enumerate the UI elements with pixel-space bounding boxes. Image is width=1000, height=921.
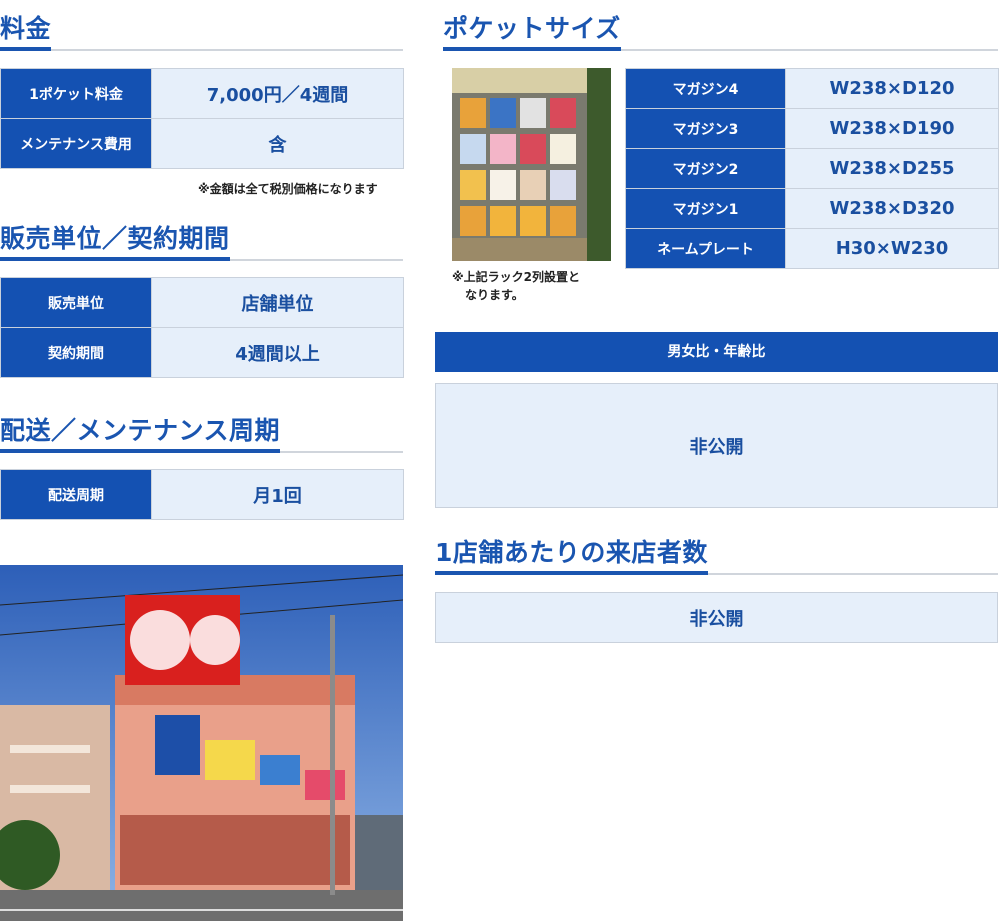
pocket-row-value: W238×D190 <box>785 108 999 149</box>
delivery-table: 配送周期 月1回 <box>0 469 404 520</box>
pocket-row-label: マガジン4 <box>625 68 786 109</box>
visitors-value: 非公開 <box>435 592 998 643</box>
table-row: 1ポケット料金 7,000円／4週間 <box>0 68 404 119</box>
pocket-row-value: W238×D320 <box>785 188 999 229</box>
pocket-row-label: マガジン3 <box>625 108 786 149</box>
delivery-heading: 配送／メンテナンス周期 <box>0 418 403 453</box>
visitors-heading: 1店舗あたりの来店者数 <box>435 540 998 575</box>
table-row: 契約期間 4週間以上 <box>0 327 404 378</box>
contract-label: 契約期間 <box>0 327 152 378</box>
pocket-row-label: ネームプレート <box>625 228 786 269</box>
table-row: 配送周期 月1回 <box>0 469 404 520</box>
pocket-table: マガジン4 W238×D120 マガジン3 W238×D190 マガジン2 W2… <box>625 68 999 269</box>
fee-table: 1ポケット料金 7,000円／4週間 メンテナンス費用 含 <box>0 68 404 169</box>
fee-heading: 料金 <box>0 16 403 51</box>
pocket-row-value: W238×D255 <box>785 148 999 189</box>
unit-value: 店舗単位 <box>151 277 404 328</box>
table-row: 販売単位 店舗単位 <box>0 277 404 328</box>
pocket-row-value: H30×W230 <box>785 228 999 269</box>
unit-label: 販売単位 <box>0 277 152 328</box>
unit-heading: 販売単位／契約期間 <box>0 226 403 261</box>
fee-maintenance-label: メンテナンス費用 <box>0 118 152 169</box>
store-photo <box>0 565 403 921</box>
pocket-row-label: マガジン2 <box>625 148 786 189</box>
table-row: マガジン4 W238×D120 <box>625 68 999 109</box>
contract-value: 4週間以上 <box>151 327 404 378</box>
pocket-row-label: マガジン1 <box>625 188 786 229</box>
rack-note-line1: ※上記ラック2列設置と <box>452 270 581 284</box>
rack-photo <box>452 68 611 261</box>
demographics-bar: 男女比・年齢比 <box>435 332 998 372</box>
delivery-value: 月1回 <box>151 469 404 520</box>
pocket-row-value: W238×D120 <box>785 68 999 109</box>
fee-pocket-value: 7,000円／4週間 <box>151 68 404 119</box>
rack-note: ※上記ラック2列設置と なります。 <box>452 268 580 304</box>
table-row: ネームプレート H30×W230 <box>625 228 999 269</box>
fee-maintenance-value: 含 <box>151 118 404 169</box>
unit-table: 販売単位 店舗単位 契約期間 4週間以上 <box>0 277 404 378</box>
table-row: マガジン1 W238×D320 <box>625 188 999 229</box>
rack-note-line2: なります。 <box>465 288 524 302</box>
delivery-label: 配送周期 <box>0 469 152 520</box>
fee-pocket-label: 1ポケット料金 <box>0 68 152 119</box>
demographics-value: 非公開 <box>435 383 998 508</box>
fee-tax-note: ※金額は全て税別価格になります <box>198 182 378 196</box>
table-row: メンテナンス費用 含 <box>0 118 404 169</box>
table-row: マガジン2 W238×D255 <box>625 148 999 189</box>
pocket-heading: ポケットサイズ <box>443 16 998 51</box>
table-row: マガジン3 W238×D190 <box>625 108 999 149</box>
